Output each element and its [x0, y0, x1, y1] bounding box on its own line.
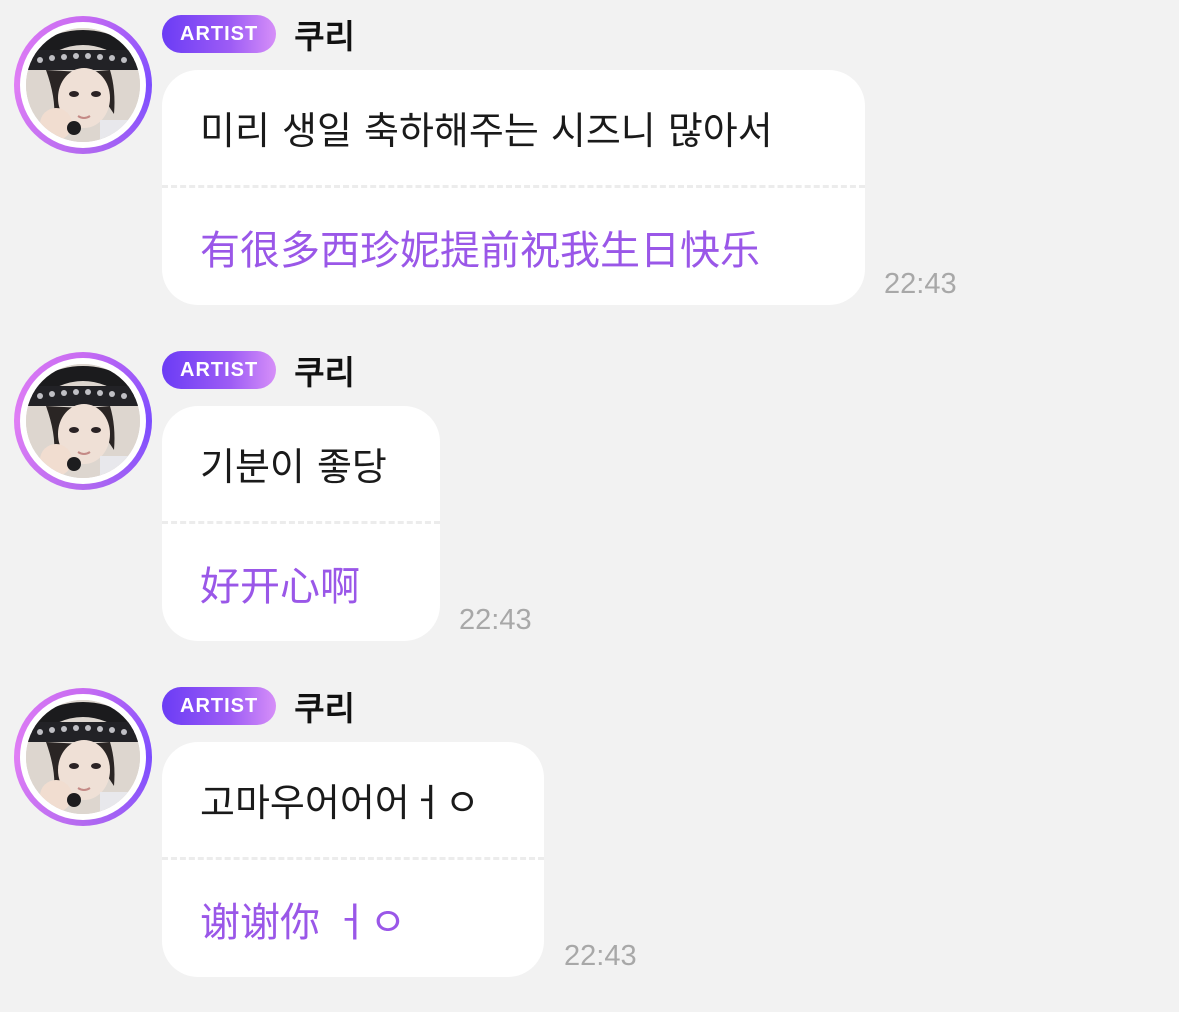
message-bubble[interactable]: 미리 생일 축하해주는 시즈니 많아서 有很多西珍妮提前祝我生日快乐: [162, 70, 865, 305]
message: ARTIST 쿠리 고마우어어어ㅓㅇ 谢谢你 ㅓㅇ 22:43: [0, 672, 1179, 1002]
message-time: 22:43: [564, 940, 637, 972]
avatar-photo: [26, 28, 140, 142]
artist-badge: ARTIST: [162, 15, 277, 53]
artist-badge: ARTIST: [162, 351, 277, 389]
original-text: 고마우어어어ㅓㅇ: [200, 781, 480, 825]
message-bubble[interactable]: 기분이 좋당 好开心啊: [162, 406, 440, 641]
original-text: 기분이 좋당: [200, 445, 387, 489]
message: ARTIST 쿠리 미리 생일 축하해주는 시즈니 많아서 有很多西珍妮提前祝我…: [0, 0, 1179, 320]
translated-text: 谢谢你 ㅓㅇ: [200, 899, 407, 946]
sender-row: ARTIST 쿠리: [162, 350, 355, 392]
avatar-photo: [26, 700, 140, 814]
avatar[interactable]: [14, 16, 152, 154]
avatar-photo: [26, 364, 140, 478]
message-time: 22:43: [884, 268, 957, 300]
translated-text: 好开心啊: [200, 563, 360, 610]
chat-thread: ARTIST 쿠리 미리 생일 축하해주는 시즈니 많아서 有很多西珍妮提前祝我…: [0, 0, 1179, 1012]
message-bubble[interactable]: 고마우어어어ㅓㅇ 谢谢你 ㅓㅇ: [162, 742, 544, 977]
artist-badge: ARTIST: [162, 687, 277, 725]
sender-row: ARTIST 쿠리: [162, 14, 355, 56]
sender-name[interactable]: 쿠리: [294, 10, 355, 58]
avatar[interactable]: [14, 688, 152, 826]
avatar[interactable]: [14, 352, 152, 490]
message: ARTIST 쿠리 기분이 좋당 好开心啊 22:43: [0, 336, 1179, 656]
message-time: 22:43: [459, 604, 532, 636]
sender-name[interactable]: 쿠리: [294, 682, 355, 730]
sender-row: ARTIST 쿠리: [162, 686, 355, 728]
original-text: 미리 생일 축하해주는 시즈니 많아서: [200, 109, 773, 153]
sender-name[interactable]: 쿠리: [294, 346, 355, 394]
translated-text: 有很多西珍妮提前祝我生日快乐: [200, 227, 760, 274]
